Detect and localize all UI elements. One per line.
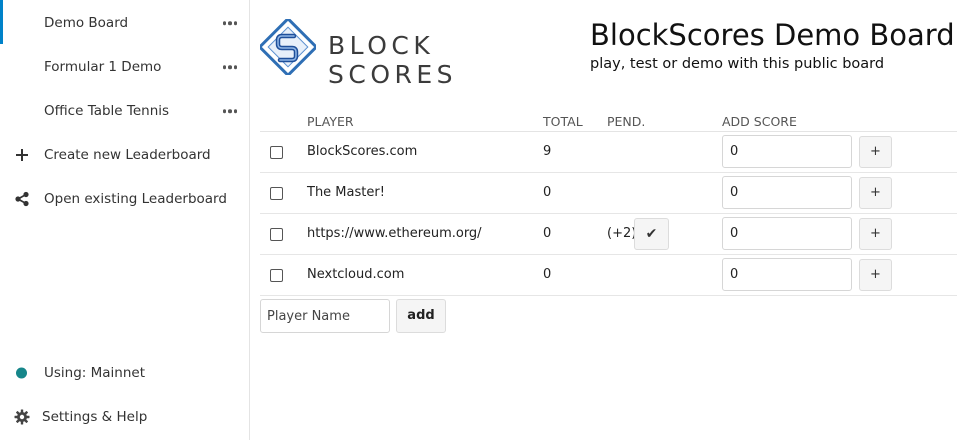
player-name-input[interactable] <box>260 299 390 333</box>
sidebar: Demo Board Formular 1 Demo Office Table … <box>0 0 250 440</box>
more-options-icon[interactable] <box>222 21 237 25</box>
settings-help-label: Settings & Help <box>42 409 148 425</box>
add-score-input[interactable] <box>722 135 852 168</box>
sidebar-item-label: Formular 1 Demo <box>44 59 162 75</box>
open-leaderboard-label: Open existing Leaderboard <box>44 191 227 207</box>
column-header-player: PLAYER <box>307 114 354 129</box>
add-score-button[interactable]: + <box>859 177 892 209</box>
player-total: 0 <box>543 185 552 200</box>
column-header-total: TOTAL <box>543 114 583 129</box>
more-options-icon[interactable] <box>222 109 237 113</box>
add-player-button[interactable]: add <box>396 299 446 333</box>
player-total: 0 <box>543 267 552 282</box>
add-score-button[interactable]: + <box>859 218 892 250</box>
player-total: 9 <box>543 144 552 159</box>
row-checkbox[interactable] <box>270 187 283 200</box>
column-header-pend: PEND. <box>607 114 646 129</box>
table-header: PLAYER TOTAL PEND. ADD SCORE <box>260 108 957 132</box>
player-name: BlockScores.com <box>307 144 418 159</box>
main-content: BLOCK SCORES BlockScores Demo Board play… <box>250 0 968 440</box>
checkmark-icon: ✔ <box>645 226 658 242</box>
add-score-input[interactable] <box>722 176 852 209</box>
page-title: BlockScores Demo Board <box>590 18 955 52</box>
add-score-button[interactable]: + <box>859 259 892 291</box>
sidebar-item-office-table-tennis[interactable]: Office Table Tennis <box>0 89 249 133</box>
table-row: Nextcloud.com 0 + <box>260 255 957 296</box>
sidebar-item-label: Demo Board <box>44 15 129 31</box>
player-name: https://www.ethereum.org/ <box>307 226 482 241</box>
sidebar-item-formular-1-demo[interactable]: Formular 1 Demo <box>0 45 249 89</box>
pending-score: (+2) <box>607 226 637 241</box>
add-score-input[interactable] <box>722 258 852 291</box>
create-leaderboard-button[interactable]: Create new Leaderboard <box>0 133 249 177</box>
network-status-label: Using: Mainnet <box>44 365 146 381</box>
logo-wordmark: BLOCK SCORES <box>328 31 458 89</box>
gear-icon <box>14 409 30 425</box>
more-options-icon[interactable] <box>222 65 237 69</box>
network-status-dot-icon <box>16 367 27 379</box>
table-row: https://www.ethereum.org/ 0 (+2) ✔ + <box>260 214 957 255</box>
page-subtitle: play, test or demo with this public boar… <box>590 56 885 72</box>
share-icon <box>15 191 29 207</box>
add-player-form: add <box>260 299 660 333</box>
column-header-add-score: ADD SCORE <box>722 114 797 129</box>
settings-help-button[interactable]: Settings & Help <box>0 395 249 439</box>
blockscores-logo-icon <box>260 19 316 75</box>
sidebar-item-demo-board[interactable]: Demo Board <box>0 1 249 45</box>
blockscores-logo: BLOCK SCORES <box>260 16 560 89</box>
add-score-input[interactable] <box>722 217 852 250</box>
row-checkbox[interactable] <box>270 146 283 159</box>
create-leaderboard-label: Create new Leaderboard <box>44 147 211 163</box>
scores-table: PLAYER TOTAL PEND. ADD SCORE BlockScores… <box>260 108 957 296</box>
player-name: Nextcloud.com <box>307 267 405 282</box>
sidebar-item-label: Office Table Tennis <box>44 103 170 119</box>
confirm-pending-button[interactable]: ✔ <box>634 218 669 250</box>
plus-icon <box>16 149 28 161</box>
player-total: 0 <box>543 226 552 241</box>
row-checkbox[interactable] <box>270 269 283 282</box>
add-score-button[interactable]: + <box>859 136 892 168</box>
table-row: The Master! 0 + <box>260 173 957 214</box>
network-status[interactable]: Using: Mainnet <box>0 351 249 395</box>
player-name: The Master! <box>307 185 385 200</box>
table-row: BlockScores.com 9 + <box>260 132 957 173</box>
open-leaderboard-button[interactable]: Open existing Leaderboard <box>0 177 249 221</box>
row-checkbox[interactable] <box>270 228 283 241</box>
